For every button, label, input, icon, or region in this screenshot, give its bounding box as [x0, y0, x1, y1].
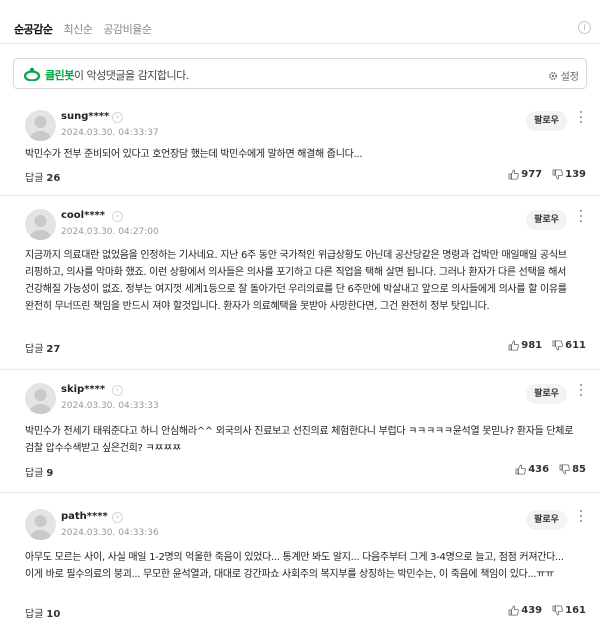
dislike-button[interactable]: 139: [552, 169, 586, 180]
more-options-icon[interactable]: [579, 210, 583, 224]
comment-body: 박민수가 전부 준비되어 있다고 호언장담 했는데 박민수에게 말하면 해결해 …: [25, 149, 363, 160]
dislike-button[interactable]: 161: [552, 605, 586, 616]
more-options-icon[interactable]: [579, 384, 583, 398]
reply-button[interactable]: 답글 26: [25, 169, 60, 184]
vote-group: 977 139: [508, 169, 586, 180]
vote-group: 439 161: [508, 605, 586, 616]
comment-item: cool**** › 2024.03.30. 04:27:00 팔로우 지금까지…: [0, 196, 600, 370]
avatar[interactable]: [25, 509, 56, 540]
reply-count: 26: [46, 173, 61, 184]
comment-item: sung**** › 2024.03.30. 04:33:37 팔로우 박민수가…: [0, 97, 600, 196]
reply-button[interactable]: 답글 9: [25, 464, 53, 479]
chevron-right-icon[interactable]: ›: [112, 112, 123, 123]
sort-tabs: 순공감순 최신순 공감비율순: [14, 21, 152, 37]
like-button[interactable]: 977: [508, 169, 542, 180]
reply-label: 답글: [25, 344, 44, 355]
thumbs-up-icon: [515, 464, 527, 475]
comment-username[interactable]: path****: [61, 511, 108, 522]
comment-body: 아무도 모르는 사이, 사실 매일 1-2명의 억울한 죽음이 있었다... 통…: [25, 552, 564, 580]
reply-count: 9: [46, 468, 54, 479]
comment-body: 박민수가 전세기 태워준다고 하니 안심해라^^ 외국의사 진료보고 선진의료 …: [25, 426, 574, 454]
like-count: 439: [521, 605, 543, 616]
avatar[interactable]: [25, 110, 56, 141]
default-profile-icon: [29, 215, 52, 240]
comment-date: 2024.03.30. 04:33:36: [61, 528, 159, 538]
like-count: 436: [528, 464, 550, 475]
comment-date: 2024.03.30. 04:27:00: [61, 227, 159, 237]
comment-item: path**** › 2024.03.30. 04:33:36 팔로우 아무도 …: [0, 493, 600, 632]
reply-label: 답글: [25, 609, 44, 620]
reply-count: 27: [46, 344, 61, 355]
reply-count: 10: [46, 609, 61, 620]
cleanbot-text: 이 악성댓글을 감지합니다.: [73, 69, 189, 82]
follow-button[interactable]: 팔로우: [526, 384, 567, 404]
reply-button[interactable]: 답글 27: [25, 340, 60, 355]
like-button[interactable]: 436: [515, 464, 549, 475]
tab-latest[interactable]: 최신순: [63, 21, 92, 37]
cleanbot-setting-button[interactable]: 설정: [548, 68, 579, 83]
cleanbot-icon: [24, 67, 40, 81]
thumbs-up-icon: [508, 605, 520, 616]
reply-label: 답글: [25, 173, 44, 184]
chevron-right-icon[interactable]: ›: [112, 512, 123, 523]
setting-label: 설정: [560, 72, 579, 83]
default-profile-icon: [29, 116, 52, 141]
default-profile-icon: [29, 515, 52, 540]
tab-sympathy-ratio[interactable]: 공감비율순: [103, 21, 152, 37]
follow-button[interactable]: 팔로우: [526, 111, 567, 131]
cleanbot-label: 클린봇이 악성댓글을 감지합니다.: [45, 67, 189, 83]
default-profile-icon: [29, 389, 52, 414]
thumbs-down-icon: [559, 464, 570, 475]
vote-group: 981 611: [508, 340, 586, 351]
reply-label: 답글: [25, 468, 44, 479]
follow-button[interactable]: 팔로우: [526, 510, 567, 530]
dislike-count: 85: [572, 464, 586, 475]
dislike-count: 161: [565, 605, 586, 616]
comment-item: skip**** › 2024.03.30. 04:33:33 팔로우 박민수가…: [0, 370, 600, 493]
like-button[interactable]: 439: [508, 605, 542, 616]
dislike-button[interactable]: 85: [559, 464, 586, 475]
tab-sympathy-order[interactable]: 순공감순: [14, 21, 53, 37]
comment-username[interactable]: cool****: [61, 210, 105, 221]
chevron-right-icon[interactable]: ›: [112, 211, 123, 222]
cleanbot-brand: 클린봇: [45, 69, 74, 82]
vote-group: 436 85: [515, 464, 586, 475]
cleanbot-banner: 클린봇이 악성댓글을 감지합니다. 설정: [13, 58, 587, 89]
more-options-icon[interactable]: [579, 510, 583, 524]
comment-username[interactable]: skip****: [61, 384, 105, 395]
thumbs-up-icon: [508, 169, 520, 180]
avatar[interactable]: [25, 383, 56, 414]
like-count: 981: [521, 340, 543, 351]
sort-bar: 순공감순 최신순 공감비율순 i: [0, 0, 600, 44]
thumbs-down-icon: [552, 169, 563, 180]
dislike-count: 611: [565, 340, 586, 351]
thumbs-up-icon: [508, 340, 520, 351]
reply-button[interactable]: 답글 10: [25, 605, 60, 620]
dislike-count: 139: [565, 169, 586, 180]
thumbs-down-icon: [552, 605, 563, 616]
info-icon[interactable]: i: [578, 21, 591, 34]
like-button[interactable]: 981: [508, 340, 542, 351]
dislike-button[interactable]: 611: [552, 340, 586, 351]
thumbs-down-icon: [552, 340, 563, 351]
more-options-icon[interactable]: [579, 111, 583, 125]
comment-username[interactable]: sung****: [61, 111, 109, 122]
comment-date: 2024.03.30. 04:33:33: [61, 401, 159, 411]
chevron-right-icon[interactable]: ›: [112, 385, 123, 396]
comment-date: 2024.03.30. 04:33:37: [61, 128, 159, 138]
avatar[interactable]: [25, 209, 56, 240]
comment-body: 지금까지 의료대란 없었음을 인정하는 기사네요. 지난 6주 동안 국가적인 …: [25, 250, 567, 312]
gear-icon: [548, 71, 557, 80]
like-count: 977: [521, 169, 543, 180]
follow-button[interactable]: 팔로우: [526, 210, 567, 230]
